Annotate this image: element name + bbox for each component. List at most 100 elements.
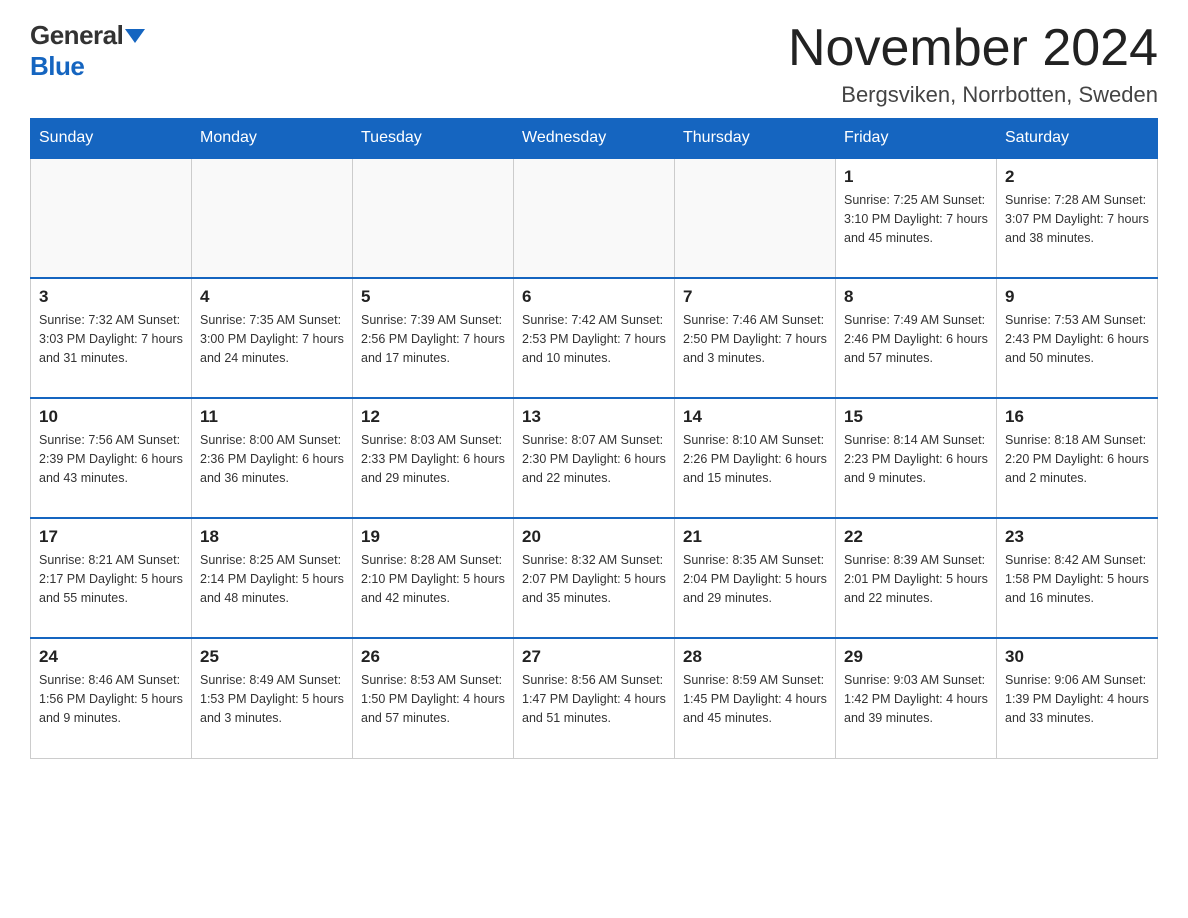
day-info: Sunrise: 8:42 AM Sunset: 1:58 PM Dayligh… <box>1005 551 1149 607</box>
day-info: Sunrise: 7:32 AM Sunset: 3:03 PM Dayligh… <box>39 311 183 367</box>
day-info: Sunrise: 7:25 AM Sunset: 3:10 PM Dayligh… <box>844 191 988 247</box>
day-number: 26 <box>361 647 505 667</box>
calendar-cell: 1 Sunrise: 7:25 AM Sunset: 3:10 PM Daylig… <box>836 158 997 278</box>
day-info: Sunrise: 8:53 AM Sunset: 1:50 PM Dayligh… <box>361 671 505 727</box>
day-info: Sunrise: 8:18 AM Sunset: 2:20 PM Dayligh… <box>1005 431 1149 487</box>
day-info: Sunrise: 8:10 AM Sunset: 2:26 PM Dayligh… <box>683 431 827 487</box>
calendar-day-header: Wednesday <box>514 119 675 159</box>
day-info: Sunrise: 9:06 AM Sunset: 1:39 PM Dayligh… <box>1005 671 1149 727</box>
calendar-cell: 14 Sunrise: 8:10 AM Sunset: 2:26 PM Dayli… <box>675 398 836 518</box>
calendar-cell: 6Sunrise: 7:42 AM Sunset: 2:53 PM Daylig… <box>514 278 675 398</box>
day-info: Sunrise: 7:46 AM Sunset: 2:50 PM Dayligh… <box>683 311 827 367</box>
calendar-cell: 28 Sunrise: 8:59 AM Sunset: 1:45 PM Dayli… <box>675 638 836 758</box>
calendar-cell: 30 Sunrise: 9:06 AM Sunset: 1:39 PM Dayli… <box>997 638 1158 758</box>
day-info: Sunrise: 7:39 AM Sunset: 2:56 PM Dayligh… <box>361 311 505 367</box>
logo-triangle-icon <box>125 29 145 43</box>
day-number: 15 <box>844 407 988 427</box>
day-number: 17 <box>39 527 183 547</box>
calendar-cell: 18 Sunrise: 8:25 AM Sunset: 2:14 PM Dayli… <box>192 518 353 638</box>
calendar-cell: 3 Sunrise: 7:32 AM Sunset: 3:03 PM Daylig… <box>31 278 192 398</box>
calendar-cell: 7 Sunrise: 7:46 AM Sunset: 2:50 PM Daylig… <box>675 278 836 398</box>
day-number: 24 <box>39 647 183 667</box>
calendar-cell: 23 Sunrise: 8:42 AM Sunset: 1:58 PM Dayli… <box>997 518 1158 638</box>
month-title: November 2024 <box>788 20 1158 77</box>
calendar-week-row: 10Sunrise: 7:56 AM Sunset: 2:39 PM Dayli… <box>31 398 1158 518</box>
calendar-cell: 15 Sunrise: 8:14 AM Sunset: 2:23 PM Dayli… <box>836 398 997 518</box>
calendar-day-header: Sunday <box>31 119 192 159</box>
calendar-cell <box>31 158 192 278</box>
day-number: 22 <box>844 527 988 547</box>
day-info: Sunrise: 8:07 AM Sunset: 2:30 PM Dayligh… <box>522 431 666 487</box>
calendar-cell: 20 Sunrise: 8:32 AM Sunset: 2:07 PM Dayli… <box>514 518 675 638</box>
day-number: 16 <box>1005 407 1149 427</box>
calendar-cell: 29 Sunrise: 9:03 AM Sunset: 1:42 PM Dayli… <box>836 638 997 758</box>
day-number: 30 <box>1005 647 1149 667</box>
calendar-cell: 16 Sunrise: 8:18 AM Sunset: 2:20 PM Dayli… <box>997 398 1158 518</box>
day-info: Sunrise: 8:21 AM Sunset: 2:17 PM Dayligh… <box>39 551 183 607</box>
calendar-table: SundayMondayTuesdayWednesdayThursdayFrid… <box>30 118 1158 759</box>
calendar-day-header: Tuesday <box>353 119 514 159</box>
logo-general-text: General <box>30 20 123 51</box>
logo: General Blue <box>30 20 145 82</box>
day-info: Sunrise: 7:28 AM Sunset: 3:07 PM Dayligh… <box>1005 191 1149 247</box>
calendar-cell: 5 Sunrise: 7:39 AM Sunset: 2:56 PM Daylig… <box>353 278 514 398</box>
calendar-day-header: Saturday <box>997 119 1158 159</box>
day-number: 23 <box>1005 527 1149 547</box>
day-info: Sunrise: 7:53 AM Sunset: 2:43 PM Dayligh… <box>1005 311 1149 367</box>
calendar-cell: 27Sunrise: 8:56 AM Sunset: 1:47 PM Dayli… <box>514 638 675 758</box>
calendar-cell <box>514 158 675 278</box>
day-number: 18 <box>200 527 344 547</box>
day-number: 9 <box>1005 287 1149 307</box>
day-info: Sunrise: 8:14 AM Sunset: 2:23 PM Dayligh… <box>844 431 988 487</box>
calendar-cell <box>353 158 514 278</box>
day-number: 14 <box>683 407 827 427</box>
day-number: 5 <box>361 287 505 307</box>
day-info: Sunrise: 7:35 AM Sunset: 3:00 PM Dayligh… <box>200 311 344 367</box>
calendar-cell: 26 Sunrise: 8:53 AM Sunset: 1:50 PM Dayli… <box>353 638 514 758</box>
day-info: Sunrise: 8:56 AM Sunset: 1:47 PM Dayligh… <box>522 671 666 727</box>
calendar-week-row: 1 Sunrise: 7:25 AM Sunset: 3:10 PM Daylig… <box>31 158 1158 278</box>
day-number: 25 <box>200 647 344 667</box>
day-info: Sunrise: 8:25 AM Sunset: 2:14 PM Dayligh… <box>200 551 344 607</box>
calendar-cell: 22 Sunrise: 8:39 AM Sunset: 2:01 PM Dayli… <box>836 518 997 638</box>
day-number: 2 <box>1005 167 1149 187</box>
day-info: Sunrise: 8:39 AM Sunset: 2:01 PM Dayligh… <box>844 551 988 607</box>
calendar-cell <box>192 158 353 278</box>
day-info: Sunrise: 8:00 AM Sunset: 2:36 PM Dayligh… <box>200 431 344 487</box>
calendar-cell: 11 Sunrise: 8:00 AM Sunset: 2:36 PM Dayli… <box>192 398 353 518</box>
calendar-header-row: SundayMondayTuesdayWednesdayThursdayFrid… <box>31 119 1158 159</box>
title-section: November 2024 Bergsviken, Norrbotten, Sw… <box>788 20 1158 108</box>
day-info: Sunrise: 9:03 AM Sunset: 1:42 PM Dayligh… <box>844 671 988 727</box>
day-number: 28 <box>683 647 827 667</box>
day-number: 12 <box>361 407 505 427</box>
day-number: 21 <box>683 527 827 547</box>
calendar-cell: 10Sunrise: 7:56 AM Sunset: 2:39 PM Dayli… <box>31 398 192 518</box>
day-number: 7 <box>683 287 827 307</box>
day-number: 20 <box>522 527 666 547</box>
logo-blue-text: Blue <box>30 51 84 81</box>
day-info: Sunrise: 8:49 AM Sunset: 1:53 PM Dayligh… <box>200 671 344 727</box>
day-number: 29 <box>844 647 988 667</box>
day-info: Sunrise: 8:35 AM Sunset: 2:04 PM Dayligh… <box>683 551 827 607</box>
day-number: 3 <box>39 287 183 307</box>
calendar-cell: 9 Sunrise: 7:53 AM Sunset: 2:43 PM Daylig… <box>997 278 1158 398</box>
day-info: Sunrise: 7:49 AM Sunset: 2:46 PM Dayligh… <box>844 311 988 367</box>
calendar-cell: 21 Sunrise: 8:35 AM Sunset: 2:04 PM Dayli… <box>675 518 836 638</box>
day-number: 8 <box>844 287 988 307</box>
calendar-cell: 2 Sunrise: 7:28 AM Sunset: 3:07 PM Daylig… <box>997 158 1158 278</box>
day-number: 6 <box>522 287 666 307</box>
calendar-cell <box>675 158 836 278</box>
page-header: General Blue November 2024 Bergsviken, N… <box>30 20 1158 108</box>
calendar-cell: 8 Sunrise: 7:49 AM Sunset: 2:46 PM Daylig… <box>836 278 997 398</box>
day-info: Sunrise: 8:59 AM Sunset: 1:45 PM Dayligh… <box>683 671 827 727</box>
day-info: Sunrise: 8:46 AM Sunset: 1:56 PM Dayligh… <box>39 671 183 727</box>
day-number: 11 <box>200 407 344 427</box>
calendar-cell: 4Sunrise: 7:35 AM Sunset: 3:00 PM Daylig… <box>192 278 353 398</box>
day-info: Sunrise: 7:56 AM Sunset: 2:39 PM Dayligh… <box>39 431 183 487</box>
day-number: 1 <box>844 167 988 187</box>
calendar-cell: 12Sunrise: 8:03 AM Sunset: 2:33 PM Dayli… <box>353 398 514 518</box>
calendar-cell: 25 Sunrise: 8:49 AM Sunset: 1:53 PM Dayli… <box>192 638 353 758</box>
calendar-day-header: Thursday <box>675 119 836 159</box>
calendar-day-header: Monday <box>192 119 353 159</box>
day-info: Sunrise: 8:32 AM Sunset: 2:07 PM Dayligh… <box>522 551 666 607</box>
